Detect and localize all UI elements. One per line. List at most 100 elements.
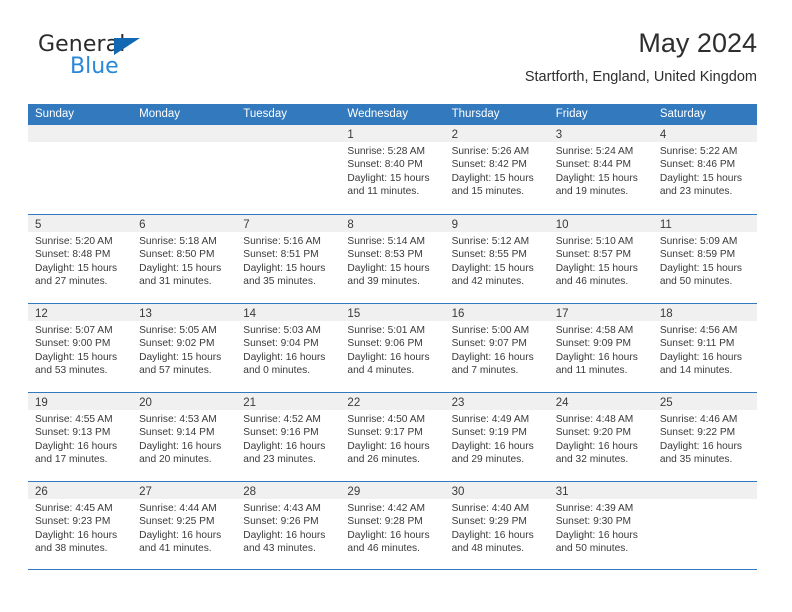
calendar-day-cell[interactable]: 29 Sunrise: 4:42 AM Sunset: 9:28 PM Dayligh… — [340, 482, 445, 569]
calendar-week-row: 12 Sunrise: 5:07 AM Sunset: 9:00 PM Dayligh… — [28, 303, 757, 392]
calendar-day-cell[interactable]: 28 Sunrise: 4:43 AM Sunset: 9:26 PM Dayligh… — [236, 482, 341, 569]
day-detail-body: Sunrise: 5:10 AM Sunset: 8:57 PM Daylight:… — [549, 232, 653, 289]
day-number-band: 27 — [132, 482, 237, 499]
calendar-day-cell[interactable]: 9 Sunrise: 5:12 AM Sunset: 8:55 PM Daylight… — [444, 215, 549, 303]
calendar-day-cell[interactable]: 13 Sunrise: 5:05 AM Sunset: 9:02 PM Dayligh… — [132, 304, 237, 392]
day-detail-line: Daylight: 15 hours — [451, 172, 534, 184]
calendar-day-cell[interactable]: 8 Sunrise: 5:14 AM Sunset: 8:53 PM Daylight… — [340, 215, 445, 303]
day-detail-line: Sunset: 9:06 PM — [347, 338, 423, 350]
day-detail-body: Sunrise: 5:16 AM Sunset: 8:51 PM Daylight:… — [236, 232, 340, 289]
day-detail-line: Daylight: 15 hours — [451, 262, 534, 274]
calendar-day-cell[interactable]: 16 Sunrise: 5:00 AM Sunset: 9:07 PM Dayligh… — [444, 304, 549, 392]
weekday-header-row: Sunday Monday Tuesday Wednesday Thursday Frid… — [28, 104, 757, 125]
calendar-day-cell[interactable]: 6 Sunrise: 5:18 AM Sunset: 8:50 PM Daylight… — [132, 215, 237, 303]
weekday-header-thursday: Thursday — [451, 108, 500, 120]
day-number-band: 17 — [548, 304, 653, 321]
day-number-band: 30 — [444, 482, 549, 499]
calendar-day-cell[interactable]: 5 Sunrise: 5:20 AM Sunset: 8:48 PM Daylight… — [28, 215, 133, 303]
day-number-band — [236, 125, 341, 142]
day-detail-line: Daylight: 15 hours — [35, 351, 118, 363]
calendar-day-cell[interactable]: 27 Sunrise: 4:44 AM Sunset: 9:25 PM Dayligh… — [132, 482, 237, 569]
day-detail-line: Sunset: 8:55 PM — [451, 249, 527, 261]
calendar-day-cell-empty — [28, 125, 133, 214]
day-detail-line: Sunset: 9:26 PM — [243, 516, 319, 528]
day-detail-line: and 46 minutes. — [555, 276, 629, 288]
day-detail-line: Sunset: 8:48 PM — [35, 249, 111, 261]
day-detail-line: Sunset: 8:53 PM — [347, 249, 423, 261]
day-number: 23 — [451, 397, 465, 409]
day-detail-line: Daylight: 16 hours — [451, 529, 534, 541]
day-detail-line: and 29 minutes. — [451, 454, 525, 466]
day-number: 17 — [555, 308, 569, 320]
calendar-day-cell[interactable]: 2 Sunrise: 5:26 AM Sunset: 8:42 PM Daylight… — [444, 125, 549, 214]
day-detail-line: Sunset: 9:22 PM — [659, 427, 736, 439]
day-detail-line: Daylight: 15 hours — [659, 262, 742, 274]
day-detail-line: Sunset: 9:04 PM — [243, 338, 319, 350]
day-detail-line: Sunrise: 5:18 AM — [139, 236, 217, 247]
calendar-day-cell[interactable]: 26 Sunrise: 4:45 AM Sunset: 9:23 PM Dayligh… — [28, 482, 133, 569]
day-number-band — [28, 125, 133, 142]
calendar-day-cell[interactable]: 25 Sunrise: 4:46 AM Sunset: 9:22 PM Dayligh… — [652, 393, 757, 481]
calendar-day-cell[interactable]: 15 Sunrise: 5:01 AM Sunset: 9:06 PM Dayligh… — [340, 304, 445, 392]
calendar-day-cell[interactable]: 1 Sunrise: 5:28 AM Sunset: 8:40 PM Daylight… — [340, 125, 445, 214]
day-number: 20 — [139, 397, 152, 409]
calendar-day-cell[interactable]: 31 Sunrise: 4:39 AM Sunset: 9:30 PM Dayligh… — [548, 482, 653, 569]
day-detail-body: Sunrise: 4:53 AM Sunset: 9:14 PM Daylight:… — [132, 410, 236, 467]
general-blue-logo[interactable]: General Blue — [38, 32, 218, 92]
day-detail-line: Sunrise: 5:28 AM — [347, 146, 426, 157]
weekday-header-sunday: Sunday — [35, 108, 75, 120]
day-detail-line: and 23 minutes. — [659, 186, 733, 198]
calendar-day-cell[interactable]: 11 Sunrise: 5:09 AM Sunset: 8:59 PM Dayligh… — [652, 215, 757, 303]
day-number-band: 24 — [548, 393, 653, 410]
day-detail-line: Sunset: 9:09 PM — [555, 338, 632, 350]
calendar-day-cell[interactable]: 19 Sunrise: 4:55 AM Sunset: 9:13 PM Dayligh… — [28, 393, 133, 481]
calendar-weeks: 1 Sunrise: 5:28 AM Sunset: 8:40 PM Daylight… — [28, 125, 757, 570]
calendar-day-cell[interactable]: 12 Sunrise: 5:07 AM Sunset: 9:00 PM Dayligh… — [28, 304, 133, 392]
day-detail-body: Sunrise: 5:05 AM Sunset: 9:02 PM Daylight:… — [132, 321, 236, 378]
day-detail-line: and 7 minutes. — [451, 365, 519, 377]
day-detail-line: Sunrise: 4:58 AM — [555, 325, 634, 336]
day-number: 5 — [35, 219, 42, 231]
day-number-band: 26 — [28, 482, 133, 499]
day-detail-body: Sunrise: 5:07 AM Sunset: 9:00 PM Daylight:… — [28, 321, 132, 378]
calendar-day-cell[interactable]: 4 Sunrise: 5:22 AM Sunset: 8:46 PM Daylight… — [652, 125, 757, 214]
day-number: 26 — [35, 486, 48, 498]
weekday-header-friday: Friday — [555, 108, 588, 120]
calendar-day-cell[interactable]: 10 Sunrise: 5:10 AM Sunset: 8:57 PM Dayligh… — [548, 215, 653, 303]
calendar-day-cell[interactable]: 20 Sunrise: 4:53 AM Sunset: 9:14 PM Dayligh… — [132, 393, 237, 481]
weekday-header-wednesday: Wednesday — [347, 108, 408, 120]
calendar-day-cell[interactable]: 22 Sunrise: 4:50 AM Sunset: 9:17 PM Dayligh… — [340, 393, 445, 481]
calendar-day-cell[interactable]: 21 Sunrise: 4:52 AM Sunset: 9:16 PM Dayligh… — [236, 393, 341, 481]
day-number: 22 — [347, 397, 361, 409]
day-number: 28 — [243, 486, 257, 498]
day-detail-body: Sunrise: 5:26 AM Sunset: 8:42 PM Daylight:… — [445, 142, 549, 199]
day-number: 30 — [451, 486, 465, 498]
day-detail-line: Daylight: 16 hours — [35, 440, 118, 452]
day-detail-body: Sunrise: 5:28 AM Sunset: 8:40 PM Daylight:… — [340, 142, 444, 199]
day-detail-line: Daylight: 15 hours — [347, 172, 430, 184]
day-number: 16 — [451, 308, 465, 320]
calendar-day-cell[interactable]: 7 Sunrise: 5:16 AM Sunset: 8:51 PM Daylight… — [236, 215, 341, 303]
day-detail-line: Sunset: 8:42 PM — [451, 159, 527, 171]
day-detail-body: Sunrise: 4:45 AM Sunset: 9:23 PM Daylight:… — [28, 499, 132, 556]
day-number: 10 — [555, 219, 569, 231]
day-number: 9 — [451, 219, 458, 231]
day-detail-body: Sunrise: 4:43 AM Sunset: 9:26 PM Daylight:… — [236, 499, 340, 556]
day-detail-line: Sunset: 8:40 PM — [347, 159, 423, 171]
day-detail-body: Sunrise: 5:14 AM Sunset: 8:53 PM Daylight:… — [340, 232, 444, 289]
calendar-day-cell[interactable]: 30 Sunrise: 4:40 AM Sunset: 9:29 PM Dayligh… — [444, 482, 549, 569]
calendar-day-cell[interactable]: 18 Sunrise: 4:56 AM Sunset: 9:11 PM Dayligh… — [652, 304, 757, 392]
day-number-band — [132, 125, 237, 142]
calendar-day-cell[interactable]: 24 Sunrise: 4:48 AM Sunset: 9:20 PM Dayligh… — [548, 393, 653, 481]
calendar-day-cell[interactable]: 17 Sunrise: 4:58 AM Sunset: 9:09 PM Dayligh… — [548, 304, 653, 392]
day-detail-line: Sunrise: 5:16 AM — [243, 236, 321, 247]
calendar-day-cell[interactable]: 23 Sunrise: 4:49 AM Sunset: 9:19 PM Dayligh… — [444, 393, 549, 481]
calendar-day-cell[interactable]: 14 Sunrise: 5:03 AM Sunset: 9:04 PM Dayligh… — [236, 304, 341, 392]
calendar-day-cell[interactable]: 3 Sunrise: 5:24 AM Sunset: 8:44 PM Daylight… — [548, 125, 653, 214]
day-detail-body: Sunrise: 4:48 AM Sunset: 9:20 PM Daylight:… — [549, 410, 653, 467]
day-number-band: 14 — [236, 304, 341, 321]
day-number: 15 — [347, 308, 361, 320]
day-detail-line: Sunrise: 4:48 AM — [555, 414, 634, 425]
day-detail-line: Sunset: 9:25 PM — [139, 516, 215, 528]
day-detail-line: and 17 minutes. — [35, 454, 108, 466]
